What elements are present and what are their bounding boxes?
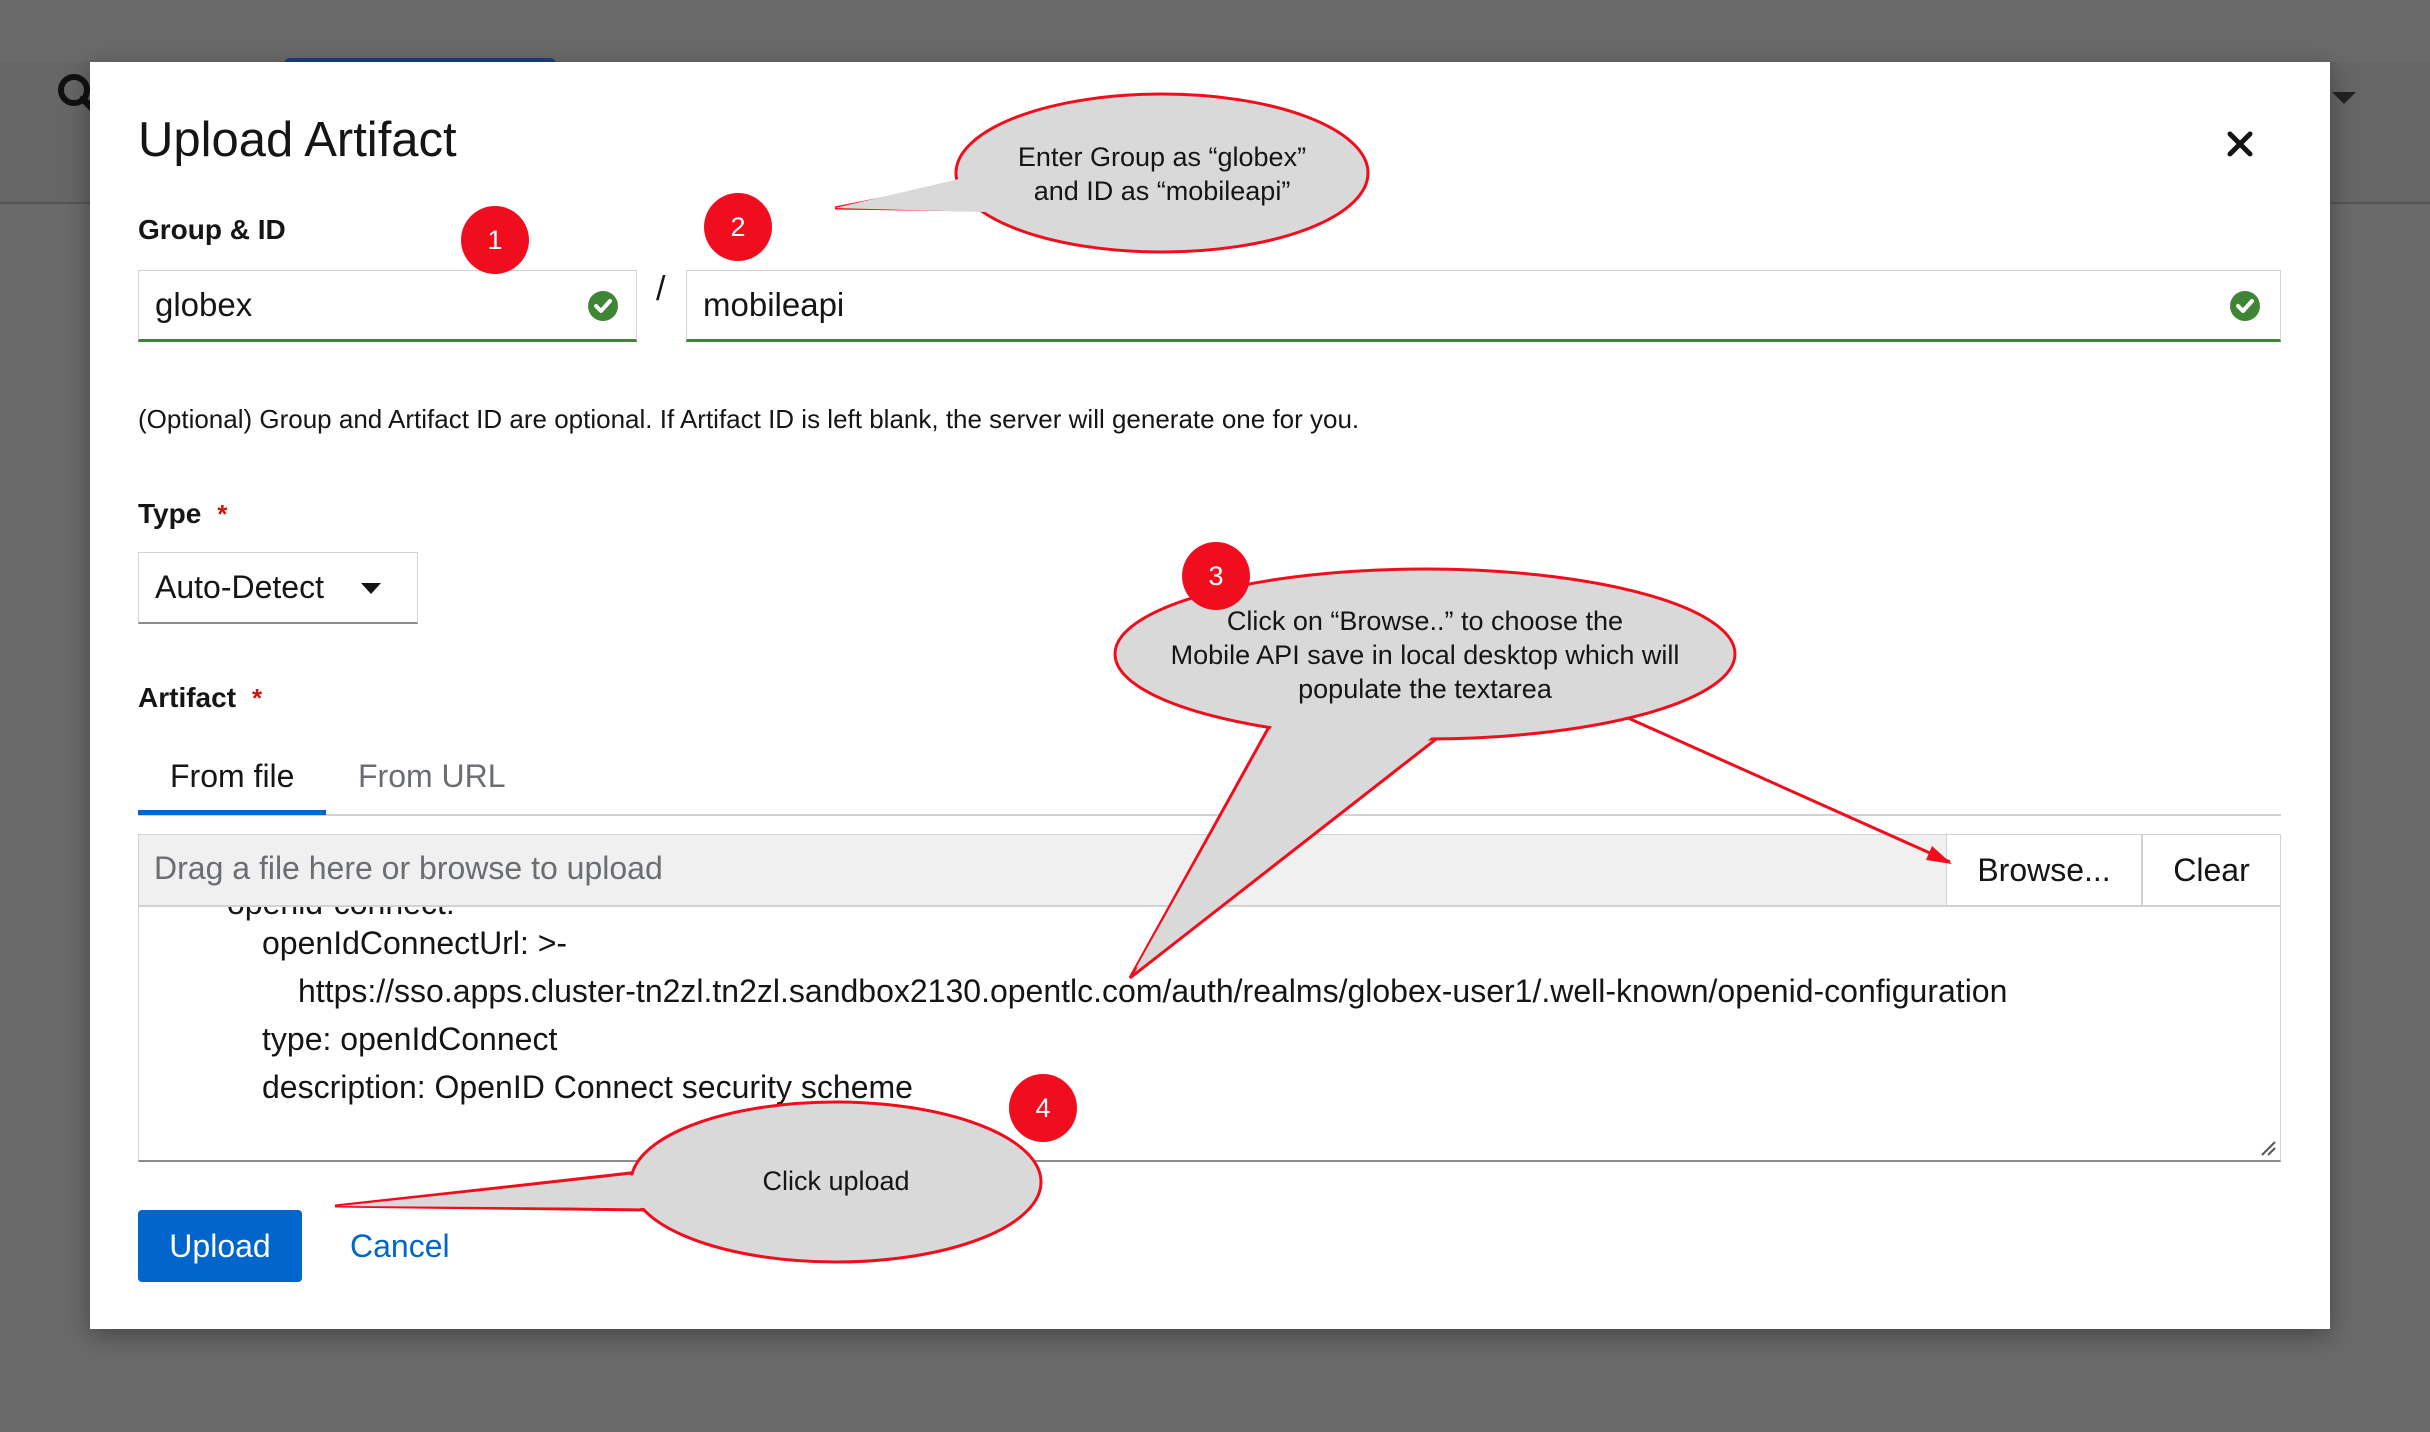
modal-title: Upload Artifact bbox=[138, 113, 457, 167]
group-id-separator: / bbox=[656, 270, 666, 308]
artifact-id-input-value: mobileapi bbox=[703, 286, 845, 323]
file-drop-placeholder: Drag a file here or browse to upload bbox=[154, 850, 663, 886]
callout-2-line: and ID as “mobileapi” bbox=[1033, 176, 1291, 206]
close-icon[interactable] bbox=[2218, 122, 2262, 166]
active-tab-indicator bbox=[138, 810, 326, 815]
code-line: https://sso.apps.cluster-tn2zl.tn2zl.san… bbox=[298, 973, 2008, 1009]
code-line: openid-connect: bbox=[227, 907, 455, 922]
caret-down-icon bbox=[361, 583, 381, 594]
check-circle-icon bbox=[588, 291, 618, 321]
step-badge-1: 1 bbox=[461, 206, 529, 274]
callout-4-text: Click upload bbox=[762, 1166, 910, 1196]
callout-2-text: Enter Group as “globex” and ID as “mobil… bbox=[962, 140, 1362, 208]
upload-button[interactable]: Upload bbox=[138, 1210, 302, 1282]
step-badge-2: 2 bbox=[704, 193, 772, 261]
type-label: Type * bbox=[138, 498, 227, 530]
type-select[interactable]: Auto-Detect bbox=[138, 552, 418, 624]
code-line: openIdConnectUrl: >- bbox=[262, 925, 568, 961]
resize-handle-icon[interactable] bbox=[2258, 1138, 2276, 1156]
callout-3-line: Mobile API save in local desktop which w… bbox=[1170, 640, 1680, 670]
browse-button[interactable]: Browse... bbox=[1946, 834, 2142, 906]
code-line: description: OpenID Connect security sch… bbox=[262, 1069, 913, 1105]
step-badge-4: 4 bbox=[1009, 1074, 1077, 1142]
group-input[interactable]: globex bbox=[138, 270, 637, 342]
artifact-label: Artifact * bbox=[138, 682, 262, 714]
type-label-text: Type bbox=[138, 498, 202, 529]
clear-button[interactable]: Clear bbox=[2142, 834, 2281, 906]
callout-3-text: Click on “Browse..” to choose the Mobile… bbox=[1125, 604, 1725, 706]
step-badge-3: 3 bbox=[1182, 542, 1250, 610]
callout-3-line: populate the textarea bbox=[1298, 674, 1552, 704]
artifact-id-input[interactable]: mobileapi bbox=[686, 270, 2281, 342]
required-mark: * bbox=[252, 683, 263, 713]
artifact-label-text: Artifact bbox=[138, 682, 237, 713]
group-id-label: Group & ID bbox=[138, 214, 286, 245]
tab-from-file[interactable]: From file bbox=[170, 758, 294, 795]
caret-down-icon bbox=[2332, 92, 2356, 104]
code-line: type: openIdConnect bbox=[262, 1021, 558, 1057]
group-input-value: globex bbox=[155, 286, 253, 323]
cancel-button[interactable]: Cancel bbox=[350, 1228, 450, 1265]
check-circle-icon bbox=[2230, 291, 2260, 321]
callout-2-line: Enter Group as “globex” bbox=[1017, 142, 1307, 172]
required-mark: * bbox=[217, 499, 228, 529]
tab-from-url[interactable]: From URL bbox=[358, 758, 506, 795]
group-id-helper-text: (Optional) Group and Artifact ID are opt… bbox=[138, 404, 1360, 434]
tabs-divider bbox=[138, 814, 2281, 816]
artifact-content-textarea[interactable]: openid-connect: openIdConnectUrl: >- htt… bbox=[138, 906, 2281, 1162]
type-select-value: Auto-Detect bbox=[155, 569, 324, 605]
